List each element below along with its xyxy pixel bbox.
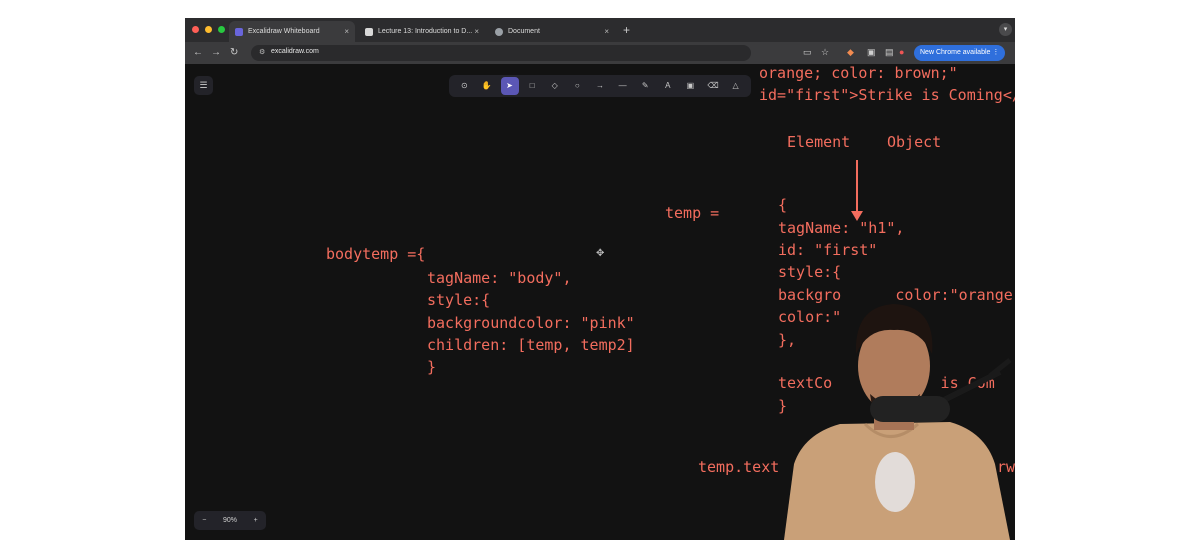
code-line: temp.text (698, 458, 780, 476)
profile-avatar-icon[interactable]: ● (899, 47, 904, 57)
temp-line: tagName: "h1", (778, 219, 905, 237)
zoom-controls: − 90% + (194, 511, 266, 530)
zoom-in-button[interactable]: + (254, 517, 258, 524)
eraser-icon[interactable]: ⌫ (704, 77, 722, 95)
arrow-tool-icon[interactable]: → (591, 77, 609, 95)
line-icon[interactable]: — (614, 77, 632, 95)
extensions-puzzle-icon[interactable]: ▣ (867, 47, 876, 58)
arrow-label-object: Object (887, 133, 942, 151)
move-cursor-icon: ✥ (596, 248, 605, 259)
maximize-window-icon[interactable] (218, 26, 225, 33)
close-window-icon[interactable] (192, 26, 199, 33)
tab-document[interactable]: Document × (489, 21, 615, 42)
close-tab-icon[interactable]: × (474, 27, 479, 36)
close-tab-icon[interactable]: × (344, 27, 349, 36)
ellipse-icon[interactable]: ○ (568, 77, 586, 95)
rectangle-icon[interactable]: □ (523, 77, 541, 95)
cast-icon[interactable]: ▭ (803, 47, 812, 58)
reload-icon[interactable]: ↻ (230, 47, 238, 58)
address-bar[interactable]: ⚙ excalidraw.com (251, 45, 751, 61)
image-icon[interactable]: ▣ (681, 77, 699, 95)
extension-icon[interactable]: ◆ (847, 47, 854, 58)
tab-lecture[interactable]: Lecture 13: Introduction to D... × (359, 21, 485, 42)
url-text: excalidraw.com (271, 48, 319, 55)
text-tool-icon[interactable]: A (659, 77, 677, 95)
globe-favicon-icon (495, 27, 503, 36)
bodytemp-line: backgroundcolor: "pink" (427, 314, 635, 332)
bodytemp-line: style:{ (427, 291, 491, 309)
bodytemp-label: bodytemp ={ (326, 245, 426, 263)
sidepanel-icon[interactable]: ▤ (885, 47, 894, 58)
temp-line: { (778, 196, 788, 214)
bodytemp-line: children: [temp, temp2] (427, 336, 635, 354)
screen-recording: Excalidraw Whiteboard × Lecture 13: Intr… (185, 18, 1015, 540)
diamond-icon[interactable]: ◇ (546, 77, 564, 95)
temp-line: id: "first" (778, 241, 878, 259)
zoom-level[interactable]: 90% (223, 517, 237, 524)
code-line: id="first">Strike is Coming</h (759, 86, 1015, 104)
site-info-icon[interactable]: ⚙ (259, 48, 265, 56)
tab-title: Excalidraw Whiteboard (248, 28, 320, 35)
lock-icon[interactable]: ⊙ (455, 77, 473, 95)
presenter-webcam (784, 304, 1012, 540)
new-tab-button[interactable]: + (623, 23, 630, 37)
tab-search-button[interactable]: ▾ (999, 23, 1012, 36)
temp-line: style:{ (778, 263, 842, 281)
excalidraw-toolbar: ⊙ ✋ ➤ □ ◇ ○ → — ✎ A ▣ ⌫ △ (449, 75, 751, 97)
tab-title: Lecture 13: Introduction to D... (378, 28, 473, 35)
document-favicon-icon (365, 27, 373, 36)
chrome-update-button[interactable]: New Chrome available ⋮ (914, 45, 1006, 61)
hand-icon[interactable]: ✋ (478, 77, 496, 95)
zoom-out-button[interactable]: − (202, 517, 206, 524)
browser-tab-bar: Excalidraw Whiteboard × Lecture 13: Intr… (185, 18, 1015, 42)
tab-title: Document (508, 28, 540, 35)
excalidraw-canvas[interactable]: ☰ ⊙ ✋ ➤ □ ◇ ○ → — ✎ A ▣ ⌫ △ orange; colo… (185, 64, 1015, 540)
browser-toolbar: ← → ↻ ⚙ excalidraw.com ▭ ☆ ◆ ▣ ▤ ● New C… (185, 42, 1015, 64)
forward-icon[interactable]: → (211, 47, 221, 58)
bookmark-star-icon[interactable]: ☆ (821, 47, 829, 58)
code-line: orange; color: brown;" (759, 64, 958, 82)
minimize-window-icon[interactable] (205, 26, 212, 33)
pencil-icon[interactable]: ✎ (636, 77, 654, 95)
close-tab-icon[interactable]: × (604, 27, 609, 36)
excalidraw-favicon-icon (235, 27, 243, 36)
temp-label: temp = (665, 204, 720, 222)
more-tools-icon[interactable]: △ (727, 77, 745, 95)
bodytemp-line: tagName: "body", (427, 269, 572, 287)
selection-arrow-icon[interactable]: ➤ (500, 77, 519, 95)
bodytemp-line: } (427, 358, 437, 376)
main-menu-icon[interactable]: ☰ (194, 76, 213, 95)
arrow-label-element: Element (787, 133, 851, 151)
back-icon[interactable]: ← (193, 47, 203, 58)
tab-excalidraw[interactable]: Excalidraw Whiteboard × (229, 21, 355, 42)
down-arrow-shaft (856, 160, 858, 214)
